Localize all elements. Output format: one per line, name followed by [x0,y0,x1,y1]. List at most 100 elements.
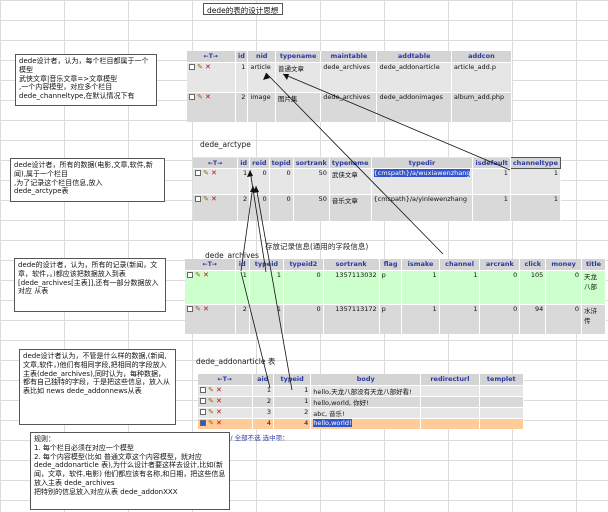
cell: 2 [252,395,274,407]
col-header[interactable]: sortrank [293,157,330,169]
delete-icon[interactable]: ✕ [216,386,222,394]
col-header[interactable]: typeid2 [283,259,324,270]
delete-icon[interactable]: ✕ [203,271,209,279]
delete-icon[interactable]: ✕ [211,195,217,203]
row-checkbox-checked[interactable] [200,419,206,426]
col-header[interactable]: click [519,259,547,270]
row-actions: ✎ ✕ [193,194,239,221]
cell: abc, 音乐! [310,406,422,418]
col-header[interactable]: typeid [273,374,312,385]
col-header[interactable]: typename [275,51,322,62]
edit-icon[interactable]: ✎ [195,271,201,279]
cell: 0 [269,194,294,221]
nav-arrows[interactable]: ←T→ [187,51,236,62]
row-checkbox[interactable] [189,93,195,100]
cell: 94 [519,303,547,334]
edit-icon[interactable]: ✎ [208,397,214,405]
edit-icon[interactable]: ✎ [208,408,214,416]
cell: 4 [273,417,312,429]
cell: 0 [283,269,324,304]
edit-icon[interactable]: ✎ [208,419,214,427]
col-header[interactable]: isdefault [472,157,511,169]
archives-header: ←T→ id typeid typeid2 sortrank flag isma… [185,259,606,270]
col-header[interactable]: reid [249,157,270,169]
edit-icon[interactable]: ✎ [197,63,203,71]
delete-icon[interactable]: ✕ [211,169,217,177]
nav-arrows[interactable]: ←T→ [185,259,236,270]
table-row-selected: ✎ ✕ 4 4 hello,world! [198,417,525,429]
cell: 2 [273,406,312,418]
col-header[interactable]: typedir [371,157,474,169]
cell [479,406,525,418]
col-header[interactable]: id [235,259,250,270]
col-header[interactable]: title [581,259,606,270]
channeltype-header: ←T→ id nid typename maintable addtable a… [187,51,513,62]
nav-arrows[interactable]: ←T→ [198,374,253,385]
edit-icon[interactable]: ✎ [208,386,214,394]
col-header[interactable]: maintable [320,51,378,62]
col-header[interactable]: channeltype [509,157,562,169]
cell: 1 [249,303,285,334]
row-checkbox[interactable] [189,63,195,70]
col-header[interactable]: channel [439,259,481,270]
col-header[interactable]: addcon [451,51,513,62]
col-header[interactable]: typename [329,157,372,169]
cell: 0 [269,168,294,195]
table-row: ✎ ✕ 1 1 0 1357113032 p 1 1 0 105 0 天龙八部 [185,269,606,304]
row-checkbox[interactable] [195,196,201,202]
col-header[interactable]: id [237,157,251,169]
cell: 0 [283,303,324,334]
col-header[interactable]: templet [479,374,525,385]
row-checkbox[interactable] [195,170,201,176]
cell: hello,world, 你好! [310,395,422,407]
delete-icon[interactable]: ✕ [203,305,209,313]
col-header[interactable]: ismake [401,259,440,270]
edit-icon[interactable]: ✎ [197,93,203,101]
delete-icon[interactable]: ✕ [216,397,222,405]
row-checkbox[interactable] [187,271,193,278]
row-checkbox[interactable] [200,408,206,415]
col-header[interactable]: topid [269,157,294,169]
col-header[interactable]: money [545,259,582,270]
cell: dede_addonimages [376,91,452,122]
cell: 音乐文章 [329,194,372,221]
cell: p [379,303,403,334]
table-row: ✎ ✕ 2 image 图片集 dede_archives dede_addon… [187,91,513,122]
col-header[interactable]: arcrank [479,259,521,270]
caption-archives-note: 存放记录信息(通用的字段信息) [265,242,369,251]
row-actions: ✎ ✕ [187,61,236,92]
delete-icon[interactable]: ✕ [205,63,211,71]
cell: 1357113032 [323,269,380,304]
cell: 1357113172 [323,303,380,334]
table-row: ✎ ✕ 2 1 hello,world, 你好! [198,395,525,407]
col-header[interactable]: id [235,51,249,62]
col-header[interactable]: redirecturl [420,374,480,385]
col-header[interactable]: sortrank [323,259,380,270]
col-header[interactable]: typeid [249,259,285,270]
row-checkbox[interactable] [187,305,193,312]
cell: 1 [401,303,440,334]
cell: 0 [545,303,582,334]
edit-icon[interactable]: ✎ [203,169,209,177]
col-header[interactable]: nid [247,51,277,62]
row-actions: ✎ ✕ [198,384,253,396]
col-header[interactable]: addtable [376,51,452,62]
row-checkbox[interactable] [200,397,206,404]
cell: 2 [237,194,251,221]
cell [420,395,480,407]
cell: 1 [439,303,481,334]
edit-icon[interactable]: ✎ [195,305,201,313]
cell: 1 [510,194,562,221]
cell: 50 [293,194,330,221]
col-header[interactable]: flag [379,259,403,270]
edit-icon[interactable]: ✎ [203,195,209,203]
col-header[interactable]: aid [252,374,274,385]
row-actions: ✎ ✕ [198,406,253,418]
row-actions: ✎ ✕ [185,269,236,304]
delete-icon[interactable]: ✕ [216,419,222,427]
nav-arrows[interactable]: ←T→ [193,157,239,169]
row-checkbox[interactable] [200,386,206,393]
delete-icon[interactable]: ✕ [205,93,211,101]
col-header[interactable]: body [310,374,422,385]
delete-icon[interactable]: ✕ [216,408,222,416]
